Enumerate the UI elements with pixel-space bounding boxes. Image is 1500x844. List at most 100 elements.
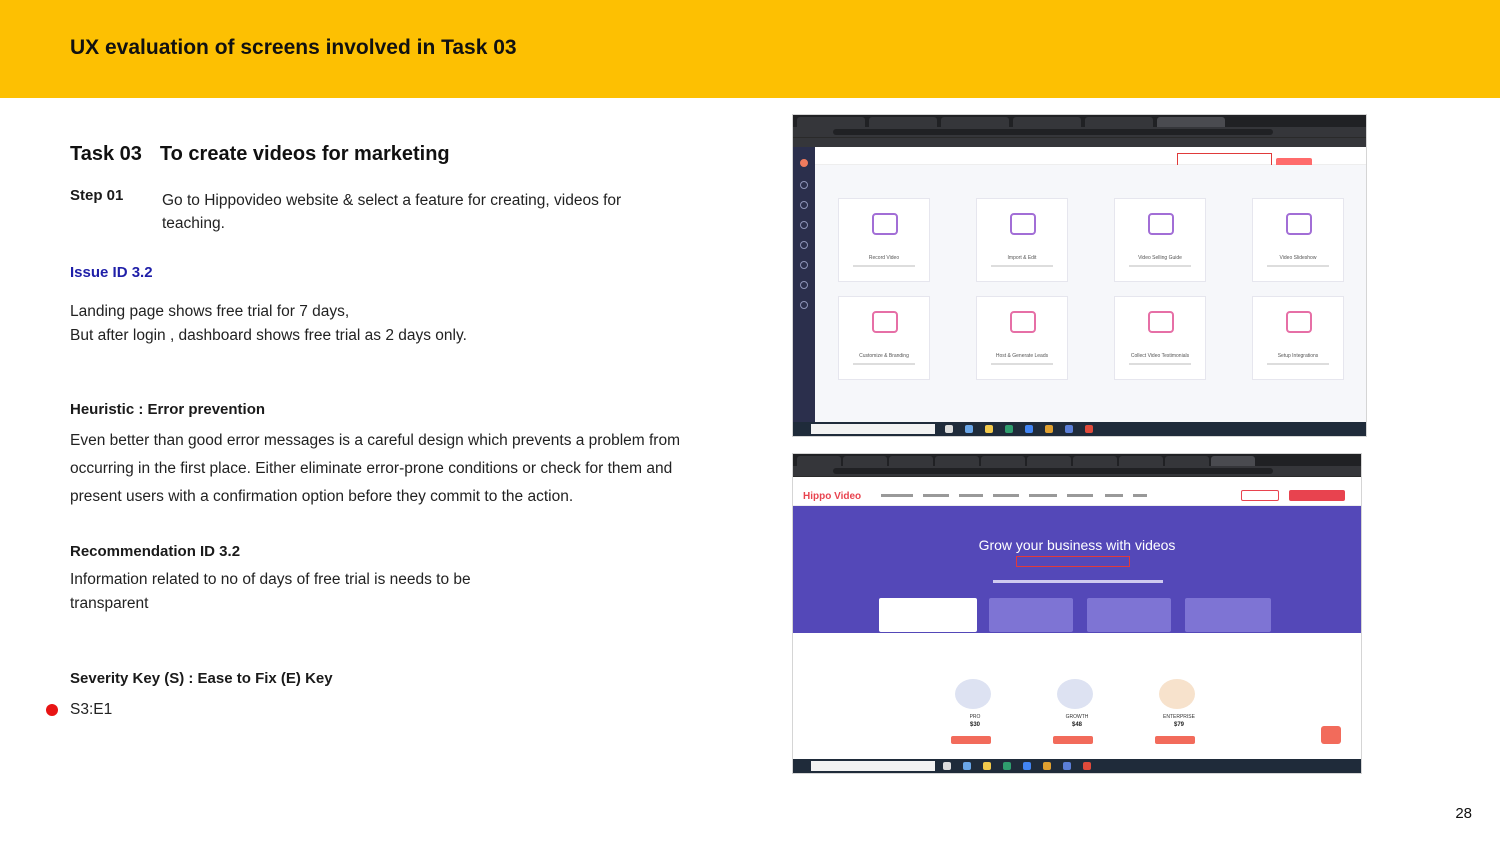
taskbar-icon <box>1043 762 1051 770</box>
plan-card-enterprise: ENTERPRISE $79 <box>1133 654 1225 754</box>
taskbar-icon <box>1045 425 1053 433</box>
feature-card: Video Selling Guide <box>1114 198 1206 282</box>
feature-card: Record Video <box>838 198 930 282</box>
feature-card: Video Slideshow <box>1252 198 1344 282</box>
sidebar-icon <box>800 221 808 229</box>
card-label: Customize & Branding <box>859 353 909 359</box>
plan-name: PRO <box>969 714 981 720</box>
taskbar-icon <box>963 762 971 770</box>
pricing-screenshot: Hippo Video Grow your business with vide… <box>792 453 1362 774</box>
chat-icon <box>1321 726 1341 744</box>
browser-bookmarks-bar <box>793 137 1366 147</box>
taskbar-icon <box>1005 425 1013 433</box>
windows-taskbar <box>793 422 1366 436</box>
feature-card: Setup Integrations <box>1252 296 1344 380</box>
record-video-icon <box>872 213 898 235</box>
tab-support <box>1087 598 1171 632</box>
plan-price: $48 <box>1071 722 1082 728</box>
plan-card-pro: PRO $30 <box>929 654 1021 754</box>
tab-marketing <box>989 598 1073 632</box>
taskbar-icon <box>983 762 991 770</box>
severity-dot-icon <box>46 704 58 716</box>
sidebar-icon <box>800 241 808 249</box>
browser-tab-strip <box>793 454 1361 466</box>
browser-tab <box>1013 117 1081 127</box>
browser-tab <box>941 117 1009 127</box>
get-demo-button <box>1241 490 1279 501</box>
integrations-icon <box>1286 311 1312 333</box>
tab-sales <box>879 598 977 632</box>
card-label: Video Selling Guide <box>1138 255 1182 261</box>
plan-button <box>951 736 991 744</box>
windows-taskbar <box>793 759 1361 773</box>
issue-description: Landing page shows free trial for 7 days… <box>70 300 467 348</box>
browser-tab <box>1165 456 1209 466</box>
issue-line-2: But after login , dashboard shows free t… <box>70 327 467 344</box>
heuristic-title: Heuristic : Error prevention <box>70 401 266 418</box>
browser-tab <box>981 456 1025 466</box>
nav-link <box>1029 494 1057 497</box>
browser-tab <box>869 117 937 127</box>
step-label: Step 01 <box>70 187 124 204</box>
settings-icon <box>800 301 808 309</box>
site-logo: Hippo Video <box>803 491 862 502</box>
dashboard-screenshot: Record Video Import & Edit Video Selling… <box>792 114 1367 437</box>
plan-illustration <box>955 679 991 709</box>
severity-value: S3:E1 <box>70 701 113 718</box>
card-label: Collect Video Testimonials <box>1130 353 1190 359</box>
branding-icon <box>872 311 898 333</box>
plan-illustration <box>1159 679 1195 709</box>
taskbar-icon <box>943 762 951 770</box>
browser-tab <box>889 456 933 466</box>
plan-illustration <box>1057 679 1093 709</box>
taskbar-icon <box>1023 762 1031 770</box>
avatar-icon <box>800 159 808 167</box>
sidebar-icon <box>800 261 808 269</box>
browser-tab <box>1119 456 1163 466</box>
taskbar-icon <box>1065 425 1073 433</box>
plan-price: $30 <box>969 722 980 728</box>
browser-tab <box>1085 117 1153 127</box>
taskbar-icon <box>1085 425 1093 433</box>
taskbar-icon <box>1025 425 1033 433</box>
taskbar-search <box>811 424 935 434</box>
feature-card: Customize & Branding <box>838 296 930 380</box>
hero-title: Grow your business with videos <box>978 537 1176 553</box>
plan-name: GROWTH <box>1065 714 1089 720</box>
issue-line-1: Landing page shows free trial for 7 days… <box>70 303 350 320</box>
taskbar-search <box>811 761 935 771</box>
taskbar-icon <box>985 425 993 433</box>
recommendation-text: Information related to no of days of fre… <box>70 571 471 612</box>
plan-button <box>1155 736 1195 744</box>
import-edit-icon <box>1010 213 1036 235</box>
nav-link <box>881 494 913 497</box>
nav-link <box>959 494 983 497</box>
plan-card-growth: GROWTH $48 <box>1031 654 1123 754</box>
plan-button <box>1053 736 1093 744</box>
browser-tab-strip <box>793 115 1366 127</box>
browser-tab <box>797 117 865 127</box>
task-title: To create videos for marketing <box>159 143 450 165</box>
taskbar-icon <box>945 425 953 433</box>
sidebar-icon <box>800 281 808 289</box>
site-navbar: Hippo Video <box>793 486 1361 506</box>
trial-highlight-box <box>1016 556 1130 567</box>
card-label: Record Video <box>868 255 900 261</box>
nav-link <box>993 494 1019 497</box>
slide-title: UX evaluation of screens involved in Tas… <box>70 36 517 59</box>
nav-link <box>1133 494 1147 497</box>
step-text: Go to Hippovideo website & select a feat… <box>162 192 622 232</box>
taskbar-icon <box>1003 762 1011 770</box>
feature-card: Host & Generate Leads <box>976 296 1068 380</box>
browser-address-bar <box>793 127 1366 137</box>
taskbar-icon <box>965 425 973 433</box>
feature-card: Import & Edit <box>976 198 1068 282</box>
app-sidebar <box>793 147 815 424</box>
dashboard-content: Record Video Import & Edit Video Selling… <box>815 165 1366 424</box>
taskbar-icon <box>1083 762 1091 770</box>
card-label: Import & Edit <box>1007 255 1037 261</box>
sidebar-icon <box>800 201 808 209</box>
plan-price: $79 <box>1173 722 1184 728</box>
browser-address-bar <box>793 466 1361 476</box>
nav-link <box>923 494 949 497</box>
